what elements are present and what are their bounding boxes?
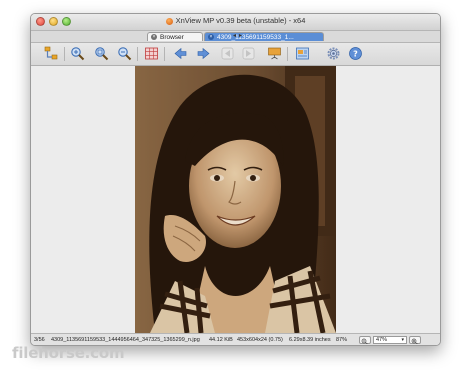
status-dimensions: 453x604x24 (0.75) [237,337,283,343]
status-zoom-out-button[interactable] [359,336,371,345]
previous-icon[interactable] [173,46,188,61]
status-print-size: 6.29x8.39 inches [289,337,331,343]
image-viewer[interactable] [31,66,440,333]
tab-close-icon[interactable]: × [151,34,157,40]
help-icon[interactable]: ? [348,46,363,61]
zoom-fit-icon[interactable] [94,46,109,61]
toolbar: ? [31,43,440,66]
status-filesize: 44.12 KiB [209,337,233,343]
svg-text:?: ? [353,50,358,59]
tab-image[interactable]: × 4309_1135691159533_1... [204,32,324,41]
zoom-in-icon[interactable] [70,46,85,61]
toolbar-separator [64,47,65,61]
filehorse-watermark: filehorse.com [12,344,125,362]
zoom-in-icon [411,338,418,345]
status-zoom-in-button[interactable] [409,336,421,345]
zoom-out-icon [361,338,368,345]
toolbar-separator [287,47,288,61]
tab-scroll-right-icon[interactable]: ▸ [239,32,242,39]
app-window: XnView MP v0.39 beta (unstable) - x64 × … [30,13,441,346]
photo [135,66,336,333]
title-bar[interactable]: XnView MP v0.39 beta (unstable) - x64 [31,14,440,31]
portrait-image [135,66,336,333]
image-info-icon[interactable] [295,46,310,61]
first-icon[interactable] [220,46,235,61]
window-title-wrap: XnView MP v0.39 beta (unstable) - x64 [31,16,440,25]
tab-close-icon[interactable]: × [208,34,214,40]
grid-icon[interactable] [144,46,159,61]
zoom-level-field[interactable]: 47% ▾ [373,336,407,344]
tab-image-label: 4309_1135691159533_1... [217,34,294,41]
tab-scroll-left-icon[interactable]: ◂ [233,32,236,39]
slideshow-icon[interactable] [267,46,282,61]
tab-browser[interactable]: × Browser [147,32,203,41]
zoom-level-value: 47% [376,337,388,343]
settings-icon[interactable] [326,46,341,61]
next-icon[interactable] [196,46,211,61]
window-title: XnView MP v0.39 beta (unstable) - x64 [175,16,306,25]
organize-icon[interactable] [44,46,59,61]
status-quality: 87% [336,337,348,343]
last-icon[interactable] [241,46,256,61]
tab-browser-label: Browser [160,34,184,41]
toolbar-separator [137,47,138,61]
tab-bar: × Browser × 4309_1135691159533_1... ◂ ▸ [31,31,440,43]
zoom-dropdown-icon[interactable]: ▾ [401,337,404,343]
xnview-app-icon [165,17,173,25]
zoom-out-icon[interactable] [117,46,132,61]
watermark-text: filehorse.com [12,344,125,362]
toolbar-separator [164,47,165,61]
